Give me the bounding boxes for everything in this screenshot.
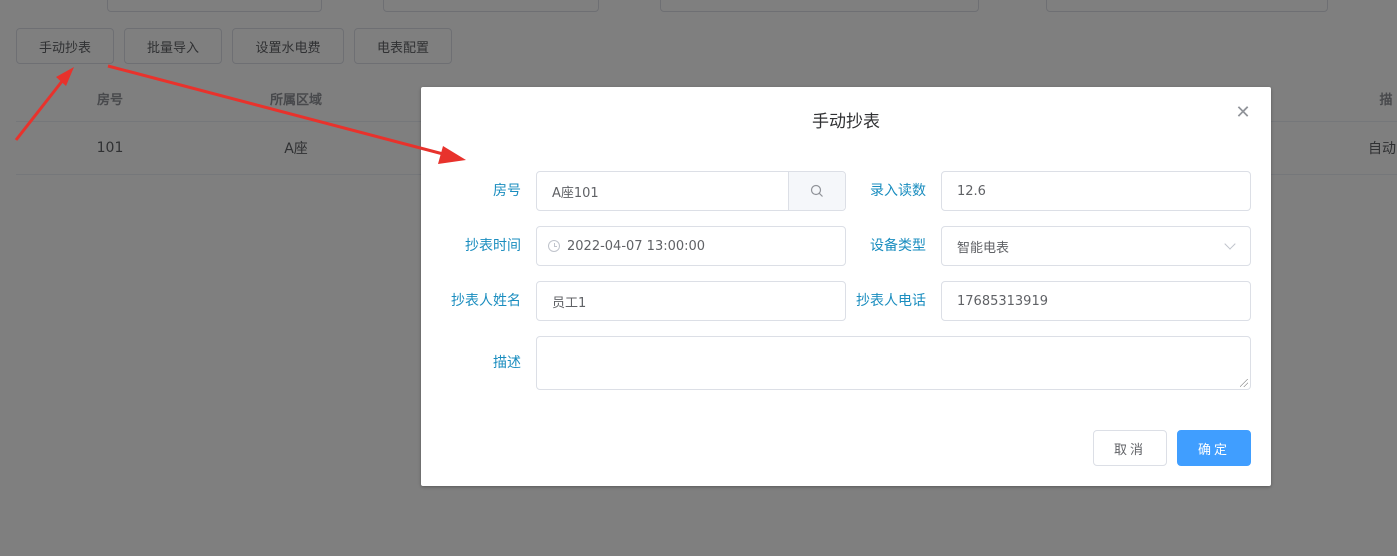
reader-name-input[interactable]: 员工1: [536, 281, 846, 321]
device-type-value: 智能电表: [957, 240, 1010, 256]
reader-phone-value: 17685313919: [957, 293, 1048, 309]
time-picker[interactable]: 2022-04-07 13:00:00: [536, 226, 846, 266]
clock-icon: [548, 240, 560, 252]
search-icon: [810, 184, 823, 197]
room-label: 房号: [493, 183, 521, 199]
room-search-button[interactable]: [788, 172, 845, 210]
cancel-button[interactable]: 取消: [1093, 430, 1167, 466]
reader-name-value: 员工1: [552, 295, 587, 311]
reading-value: 12.6: [957, 183, 986, 199]
chevron-down-icon: [1224, 238, 1236, 250]
reader-phone-input[interactable]: 17685313919: [941, 281, 1251, 321]
reader-phone-label: 抄表人电话: [856, 293, 926, 309]
time-label: 抄表时间: [465, 238, 521, 254]
device-type-select[interactable]: 智能电表: [941, 226, 1251, 266]
time-value: 2022-04-07 13:00:00: [567, 238, 706, 254]
room-value: A座101: [552, 185, 599, 201]
resize-handle[interactable]: [1240, 379, 1248, 387]
device-type-label: 设备类型: [870, 238, 926, 254]
manual-read-dialog: 手动抄表 ✕ 房号 A座101 录入读数 12.6 抄表时间 2022-04-0…: [421, 87, 1271, 486]
reading-label: 录入读数: [870, 183, 926, 199]
desc-label: 描述: [493, 355, 521, 371]
reader-name-label: 抄表人姓名: [451, 293, 521, 309]
room-input[interactable]: A座101: [536, 171, 846, 211]
dialog-title: 手动抄表: [812, 112, 880, 132]
desc-textarea[interactable]: [536, 336, 1251, 390]
confirm-button[interactable]: 确定: [1177, 430, 1251, 466]
reading-input[interactable]: 12.6: [941, 171, 1251, 211]
close-icon[interactable]: ✕: [1235, 104, 1251, 122]
